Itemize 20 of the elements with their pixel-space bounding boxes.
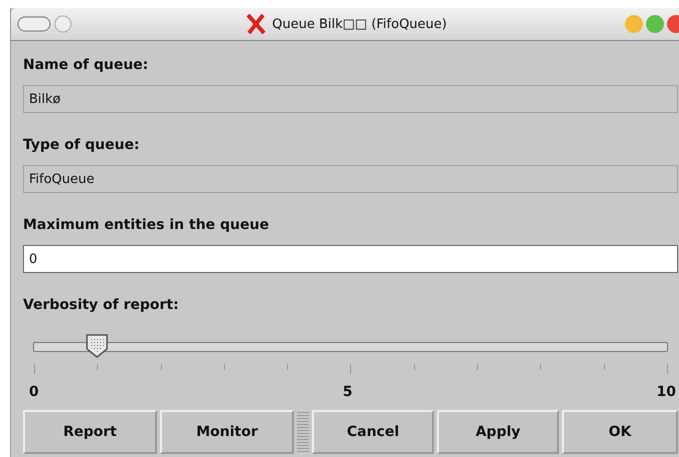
tick-label: 0 xyxy=(29,384,39,400)
field-label: Type of queue: xyxy=(23,136,141,155)
slider-label: Verbosity of report: xyxy=(23,296,180,315)
text-field[interactable]: FifoQueue xyxy=(23,165,678,193)
field-label: Maximum entities in the queue xyxy=(23,216,270,235)
text-field[interactable]: Bilkø xyxy=(23,85,678,113)
grip-handle[interactable] xyxy=(297,410,309,454)
dialog-button[interactable]: Cancel xyxy=(312,410,434,454)
field-label: Name of queue: xyxy=(23,56,150,75)
dialog-button[interactable]: OK xyxy=(562,410,678,454)
window-title: Queue Bilk□□ (FifoQueue) xyxy=(272,16,447,32)
dialog-button[interactable]: Apply xyxy=(437,410,559,454)
dialog-button[interactable]: Monitor xyxy=(160,410,294,454)
x-icon xyxy=(246,13,266,35)
text-field[interactable]: 0 xyxy=(23,245,678,273)
dialog-button[interactable]: Report xyxy=(23,410,157,454)
tick-label: 10 xyxy=(656,384,676,400)
slider-thumb[interactable] xyxy=(85,333,110,359)
tick-label: 5 xyxy=(342,384,352,400)
window-controls-icon[interactable] xyxy=(624,13,679,35)
